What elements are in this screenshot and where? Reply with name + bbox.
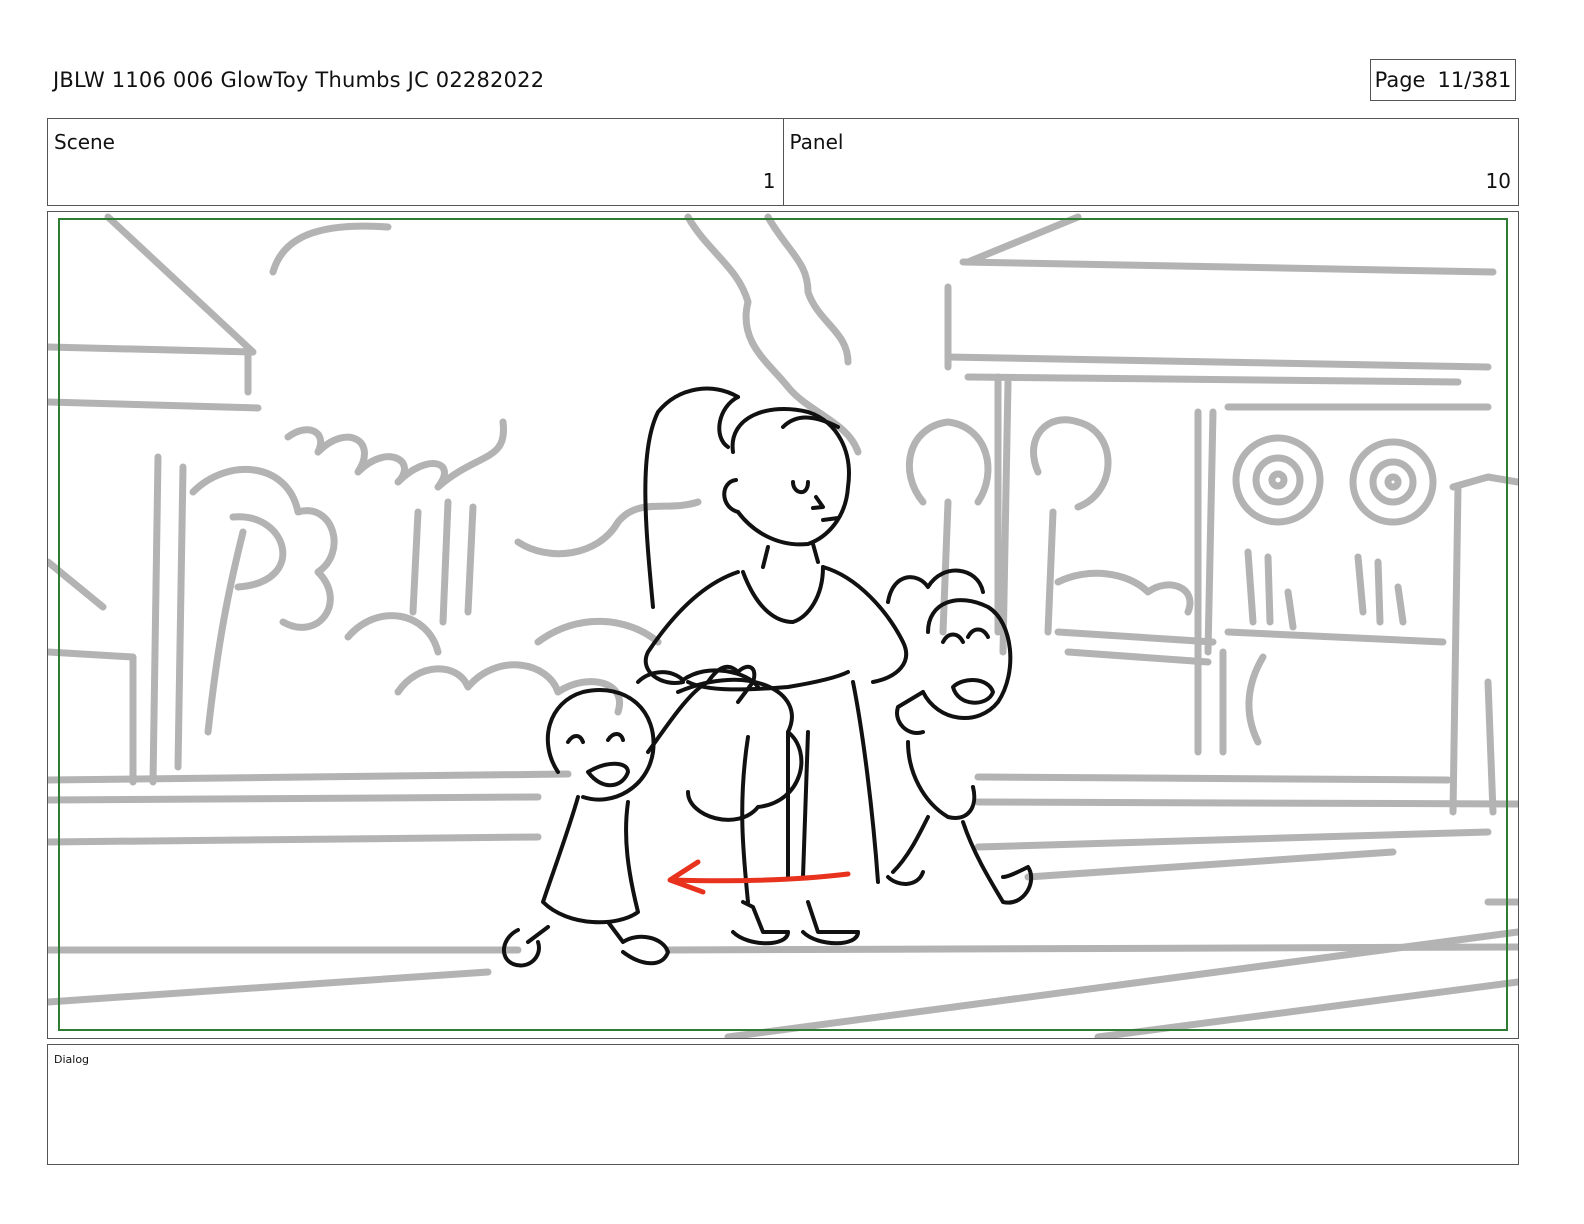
page-number: 11/381: [1437, 68, 1512, 92]
page-label: Page: [1374, 68, 1426, 92]
storyboard-sketch: [48, 213, 1518, 1038]
motion-arrow: [667, 859, 851, 895]
document-title: JBLW 1106 006 GlowToy Thumbs JC 02282022: [53, 68, 545, 92]
panel-value: 10: [1485, 169, 1511, 193]
scene-label: Scene: [54, 130, 115, 154]
dialog-label: Dialog: [54, 1053, 90, 1066]
scene-panel-row: Scene 1 Panel 10: [47, 118, 1519, 206]
dialog-box[interactable]: Dialog: [47, 1044, 1519, 1165]
panel-label: Panel: [789, 130, 844, 154]
page-indicator: Page 11/381: [1370, 59, 1516, 101]
scene-cell: Scene 1: [48, 119, 783, 205]
background-sketch: [48, 213, 1518, 1038]
storyboard-frame: [47, 211, 1519, 1039]
panel-cell: Panel 10: [782, 119, 1519, 205]
scene-value: 1: [762, 169, 776, 193]
